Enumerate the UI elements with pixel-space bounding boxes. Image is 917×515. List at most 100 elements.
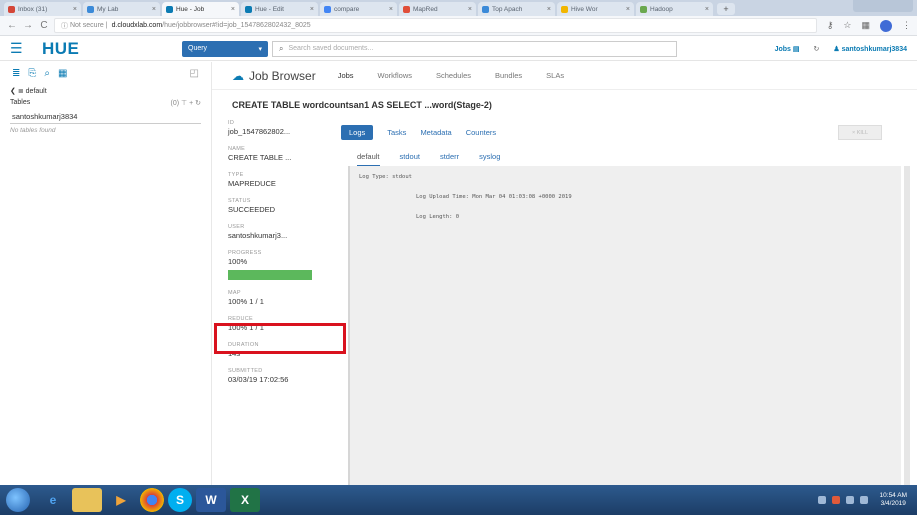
log-upload-line: Log Upload Time: Mon Mar 04 01:03:08 +00… [416,194,572,200]
address-bar: ← → C ⓘ Not secure | d.cloudxlab.com/hue… [0,16,917,36]
close-icon[interactable]: × [152,6,156,13]
browser-tab-hadoop[interactable]: Hadoop × [636,2,713,16]
job-browser-nav: Jobs Workflows Schedules Bundles SLAs [338,71,564,80]
info-icon: ⓘ [61,22,70,30]
page-icon [482,5,489,13]
browser-tab-compare[interactable]: compare × [320,2,397,16]
key-icon[interactable]: ⚷ [827,20,834,32]
hue-logo[interactable]: HUE [42,39,162,59]
database-breadcrumb[interactable]: ❮ ≣ default [0,85,211,97]
browser-tab-top-apache[interactable]: Top Apach × [478,2,555,16]
database-icon[interactable]: ≣ [12,68,20,79]
log-output[interactable]: Log Type: stdout Log Upload Time: Mon Ma… [348,166,901,489]
collapse-panel-icon[interactable]: ◰ [190,68,199,79]
tab-counters[interactable]: Counters [466,128,496,137]
search-icon: ⌕ [279,43,284,53]
job-browser-header: ☁ Job Browser Jobs Workflows Schedules B… [212,62,917,90]
search-input[interactable]: ⌕ Search saved documents... [272,40,677,57]
skype-icon[interactable]: S [168,488,192,512]
star-icon[interactable]: ☆ [843,20,851,32]
browser-tab-my-lab[interactable]: My Lab × [83,2,160,16]
hue-icon [245,5,252,13]
nav-schedules[interactable]: Schedules [436,71,471,80]
close-icon[interactable]: × [231,6,235,13]
volume-icon[interactable] [859,496,868,504]
cloud-icon: ☁ [232,68,244,83]
search-placeholder: Search saved documents... [288,45,374,52]
back-arrow-icon[interactable]: ← [6,20,18,31]
nav-workflows[interactable]: Workflows [378,71,412,80]
profile-avatar[interactable] [880,19,892,32]
documents-icon[interactable]: ⎘ [28,68,36,79]
close-icon[interactable]: × [705,6,709,13]
browser-tab-hive[interactable]: Hive Wor × [557,2,634,16]
close-icon[interactable]: × [310,6,314,13]
log-scrollbar[interactable] [904,166,910,489]
close-icon[interactable]: × [389,6,393,13]
filter-icon[interactable]: ⊤ [181,100,187,107]
query-button[interactable]: Query ▾ [182,40,268,57]
log-tab-stderr[interactable]: stderr [440,152,459,167]
log-type-line: Log Type: stdout [359,174,412,180]
browser-tab-hue-edit[interactable]: Hue - Edit × [241,2,318,16]
media-player-icon[interactable]: ▶ [106,488,136,512]
job-detail-tabs: Logs Tasks Metadata Counters [341,125,496,140]
system-clock[interactable]: 10:54 AM 3/4/2019 [880,492,907,508]
network-icon[interactable] [845,496,854,504]
url-field[interactable]: ⓘ Not secure | d.cloudxlab.com/hue/jobbr… [54,18,817,33]
tab-logs[interactable]: Logs [341,125,374,140]
assist-panel: ≣ ⎘ ⌕ ▦ ◰ ❮ ≣ default Tables (0) ⊤ + ↻ s… [0,62,212,485]
close-icon[interactable]: × [73,6,77,13]
hue-icon [166,5,173,13]
prop-submitted: SUBMITTED 03/03/19 17:02:56 [228,368,289,384]
add-icon[interactable]: + [189,100,193,107]
nav-slas[interactable]: SLAs [546,71,564,80]
nav-jobs[interactable]: Jobs [338,71,354,80]
prop-user: USER santoshkumarj3... [228,224,288,240]
jobs-button[interactable]: Jobs ▤ [775,45,800,53]
menu-dots-icon[interactable]: ⋮ [902,20,911,32]
excel-icon[interactable]: X [230,488,260,512]
log-tab-stdout[interactable]: stdout [400,152,420,167]
google-icon [324,5,331,13]
chevron-left-icon: ❮ [10,88,16,95]
search-icon[interactable]: ⌕ [44,68,50,79]
page-icon [403,5,410,13]
history-icon[interactable]: ↻ [814,45,820,53]
reload-icon[interactable]: C [38,20,50,31]
log-tab-syslog[interactable]: syslog [479,152,500,167]
window-controls[interactable] [853,0,913,12]
log-tab-default[interactable]: default [357,152,380,167]
close-icon[interactable]: × [547,6,551,13]
chrome-icon[interactable] [140,488,164,512]
hive-icon [561,5,568,13]
close-icon[interactable]: × [468,6,472,13]
browser-tab-hue-job[interactable]: Hue - Job × [162,2,239,16]
prop-name: NAME CREATE TABLE ... [228,146,292,162]
tray-flag-icon[interactable] [831,496,840,504]
grid-icon[interactable]: ▦ [58,68,67,79]
system-tray: 10:54 AM 3/4/2019 [817,492,917,508]
ie-icon[interactable]: e [38,488,68,512]
tab-metadata[interactable]: Metadata [420,128,451,137]
tab-tasks[interactable]: Tasks [387,128,406,137]
browser-tab-mapred[interactable]: MapRed × [399,2,476,16]
word-icon[interactable]: W [196,488,226,512]
extension-icon[interactable]: ▦ [861,20,870,32]
new-tab-button[interactable]: + [717,3,735,15]
user-menu[interactable]: ♟ santoshkumarj3834 [833,45,907,53]
browser-tab-inbox[interactable]: Inbox (31) × [4,2,81,16]
table-filter-input[interactable]: santoshkumarj3834 [10,112,201,124]
forward-arrow-icon[interactable]: → [22,20,34,31]
prop-status: STATUS SUCCEEDED [228,198,276,214]
assist-toolbar: ≣ ⎘ ⌕ ▦ ◰ [0,62,211,85]
close-icon[interactable]: × [626,6,630,13]
kill-button[interactable]: × KILL [838,125,882,140]
nav-bundles[interactable]: Bundles [495,71,522,80]
folder-icon[interactable] [72,488,102,512]
gmail-icon [8,5,15,13]
tray-arrow-icon[interactable] [817,496,826,504]
refresh-icon[interactable]: ↻ [195,100,201,107]
start-button[interactable] [6,488,30,512]
hamburger-menu-icon[interactable]: ☰ [10,40,28,57]
